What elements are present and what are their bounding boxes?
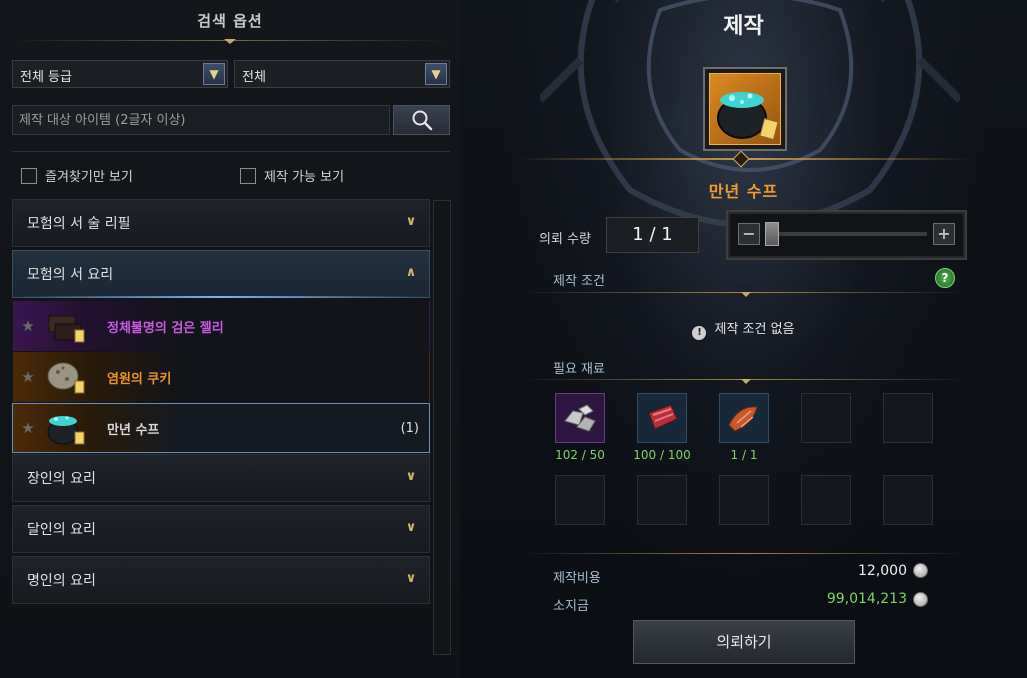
- search-icon: [412, 110, 432, 131]
- plus-button[interactable]: +: [933, 223, 955, 245]
- craft-cost-value: 12,000: [858, 563, 907, 579]
- craftable-only-label: 제작 가능 보기: [264, 170, 345, 185]
- favorites-only-checkbox[interactable]: 즐겨찾기만 보기: [21, 166, 133, 185]
- crafted-item-name: 만년 수프: [708, 182, 779, 201]
- chevron-down-icon: ∨: [405, 469, 417, 484]
- recipe-list-scrollbar[interactable]: [433, 200, 451, 655]
- slider-track[interactable]: [768, 232, 927, 236]
- crafting-title: 제작: [723, 14, 764, 39]
- materials-label: 필요 재료: [553, 362, 605, 377]
- minus-button[interactable]: −: [738, 223, 760, 245]
- category-label: 모험의 서 요리: [27, 267, 114, 283]
- recipe-name: 정체불명의 검은 젤리: [107, 320, 224, 336]
- no-conditions-text: 제작 조건 없음: [714, 322, 795, 337]
- quantity-slider[interactable]: − +: [726, 210, 967, 260]
- recipe-name: 염원의 쿠키: [107, 371, 172, 387]
- material-count: 1 / 1: [730, 448, 758, 462]
- chevron-down-icon: ∨: [405, 214, 417, 229]
- request-craft-button[interactable]: 의뢰하기: [633, 620, 855, 664]
- empty-material-slot: [555, 475, 605, 525]
- type-select-value: 전체: [242, 70, 266, 85]
- no-conditions-message: ! 제작 조건 없음: [460, 318, 1027, 340]
- empty-material-slot: [719, 475, 769, 525]
- category-artisan-cooking[interactable]: 장인의 요리 ∨: [12, 454, 430, 502]
- soup-pot-icon: [43, 408, 89, 448]
- fish-icon: [728, 406, 758, 432]
- quantity-input[interactable]: 1 / 1: [606, 217, 699, 253]
- slider-handle[interactable]: [765, 222, 779, 246]
- checkbox-box[interactable]: [240, 167, 256, 184]
- crafted-item-frame: [703, 67, 787, 151]
- grade-select-value: 전체 등급: [20, 70, 72, 85]
- category-label: 명인의 요리: [27, 573, 96, 589]
- silver-coin-icon: [913, 592, 928, 607]
- empty-material-slot: [801, 393, 851, 443]
- quantity-label: 의뢰 수량: [539, 232, 591, 247]
- owned-money-label: 소지금: [553, 599, 589, 614]
- crafting-panel: 제작 만년 수프 의뢰 수량 1 / 1 − + 제작 조건 ? ! 제작 조건 …: [460, 0, 1027, 678]
- chevron-down-icon[interactable]: ▼: [203, 63, 225, 85]
- material-slot[interactable]: [555, 393, 605, 443]
- info-icon: !: [692, 326, 707, 340]
- category-label: 모험의 서 술 리필: [27, 216, 131, 232]
- recipe-item[interactable]: ★ 정체불명의 검은 젤리: [12, 301, 430, 351]
- category-adventure-drink[interactable]: 모험의 서 술 리필 ∨: [12, 199, 430, 247]
- category-master-cooking[interactable]: 명인의 요리 ∨: [12, 556, 430, 604]
- empty-material-slot: [883, 475, 933, 525]
- category-expert-cooking[interactable]: 달인의 요리 ∨: [12, 505, 430, 553]
- help-icon[interactable]: ?: [935, 268, 955, 288]
- favorites-only-label: 즐겨찾기만 보기: [45, 170, 133, 185]
- gold-divider: [520, 379, 970, 384]
- empty-material-slot: [883, 393, 933, 443]
- search-options-panel: 검색 옵션 전체 등급 ▼ 전체 ▼ 즐겨찾기만 보기 제작 가능 보기 모험의…: [0, 0, 460, 678]
- search-button[interactable]: [393, 105, 450, 135]
- divider: [12, 151, 450, 152]
- category-adventure-cooking[interactable]: 모험의 서 요리 ∧: [12, 250, 430, 298]
- silver-coin-icon: [913, 563, 928, 578]
- recipe-item-selected[interactable]: ★ 만년 수프 (1): [12, 403, 430, 453]
- soup-pot-icon: [709, 73, 781, 145]
- grade-select[interactable]: 전체 등급 ▼: [12, 60, 228, 88]
- type-select[interactable]: 전체 ▼: [234, 60, 450, 88]
- chevron-down-icon[interactable]: ▼: [425, 63, 447, 85]
- category-label: 장인의 요리: [27, 471, 96, 487]
- search-options-title: 검색 옵션: [197, 12, 263, 30]
- chevron-down-icon: ∨: [405, 520, 417, 535]
- star-icon[interactable]: ★: [13, 368, 43, 386]
- material-slot[interactable]: [719, 393, 769, 443]
- recipe-list: 모험의 서 술 리필 ∨ 모험의 서 요리 ∧ ★ 정체불명의 검은 젤리 ★: [12, 199, 430, 607]
- recipe-name: 만년 수프: [107, 422, 160, 438]
- chevron-up-icon: ∧: [405, 265, 417, 280]
- star-icon[interactable]: ★: [13, 419, 43, 437]
- material-slot[interactable]: [637, 393, 687, 443]
- conditions-label: 제작 조건: [553, 274, 605, 289]
- cookie-icon: [43, 357, 89, 397]
- recipe-item[interactable]: ★ 염원의 쿠키: [12, 352, 430, 402]
- gold-divider: [520, 553, 970, 554]
- chevron-down-icon: ∨: [405, 571, 417, 586]
- material-count: 100 / 100: [633, 448, 691, 462]
- gold-divider: [520, 292, 970, 297]
- search-input[interactable]: [12, 105, 390, 135]
- black-jelly-icon: [43, 306, 89, 346]
- star-icon[interactable]: ★: [13, 317, 43, 335]
- ore-icon: [564, 404, 596, 432]
- empty-material-slot: [801, 475, 851, 525]
- craft-cost-label: 제작비용: [553, 571, 601, 586]
- material-count: 102 / 50: [555, 448, 605, 462]
- craftable-only-checkbox[interactable]: 제작 가능 보기: [240, 166, 344, 185]
- recipe-count: (1): [400, 420, 419, 436]
- category-label: 달인의 요리: [27, 522, 96, 538]
- title-divider: [12, 39, 448, 44]
- meat-icon: [648, 404, 678, 430]
- checkbox-box[interactable]: [21, 167, 37, 184]
- owned-money-value: 99,014,213: [826, 591, 907, 607]
- empty-material-slot: [637, 475, 687, 525]
